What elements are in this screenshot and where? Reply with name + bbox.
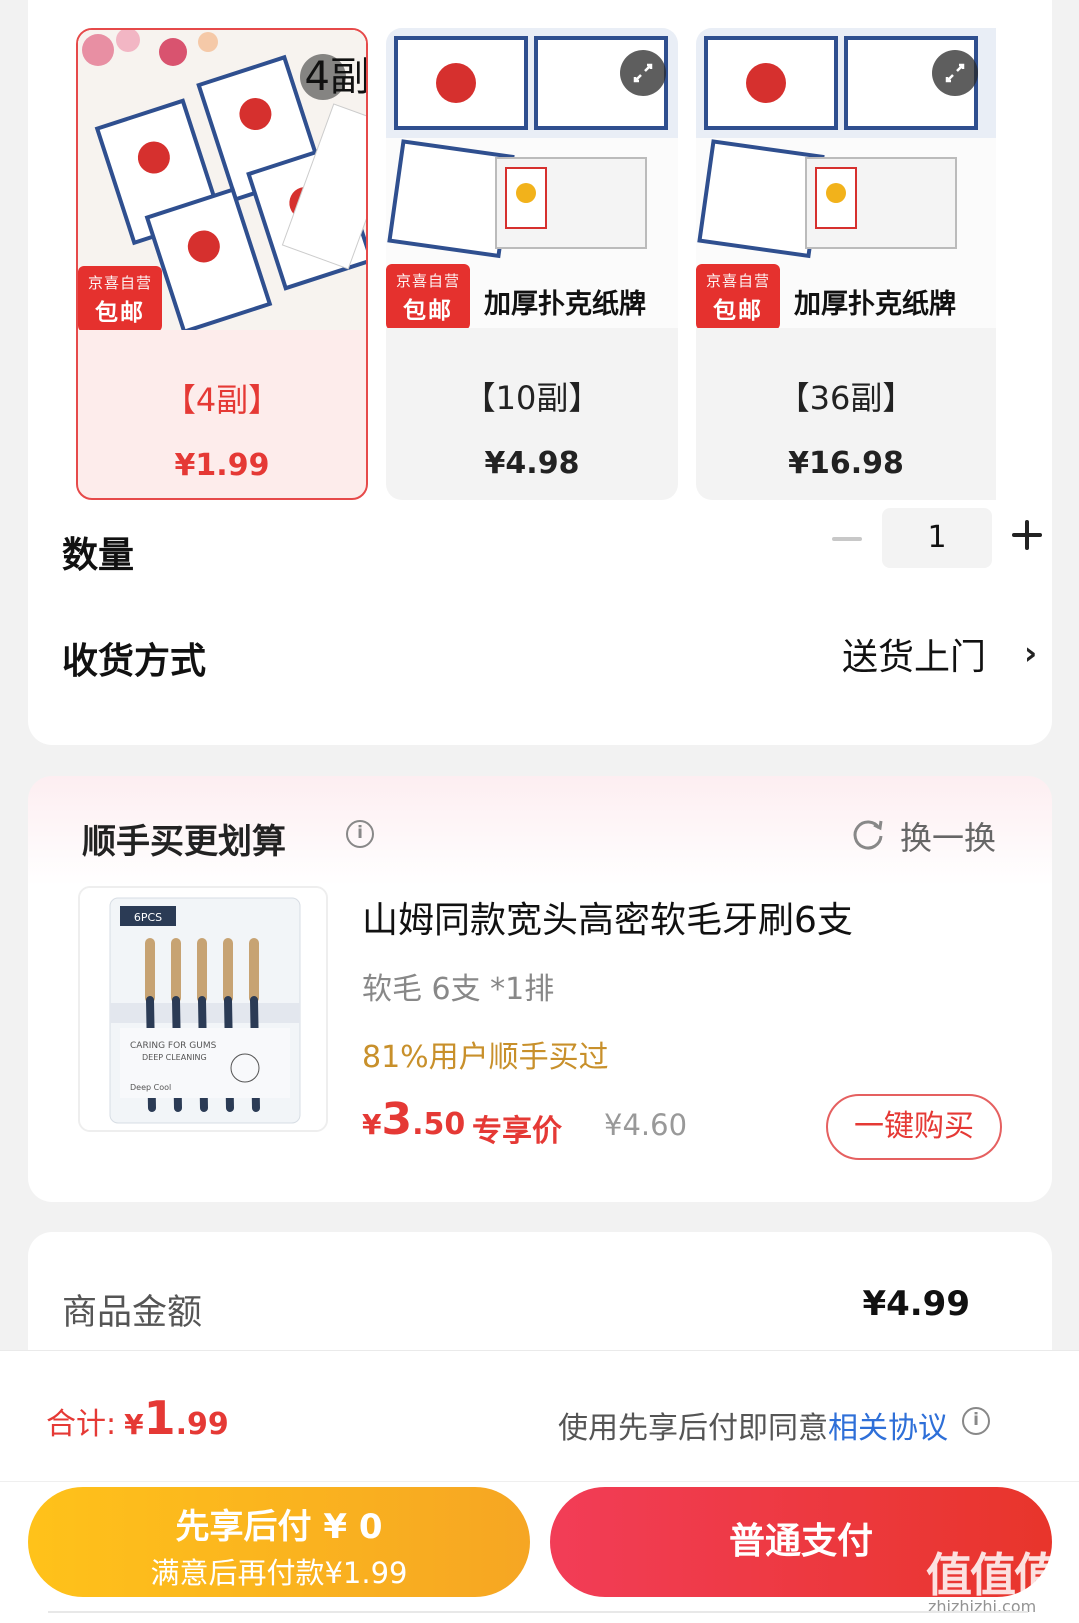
variant-photo: 4副 京喜自营 包邮 [78,30,366,330]
original-price: ¥4.60 [604,1108,688,1142]
one-click-buy-button[interactable]: 一键购买 [826,1094,1002,1160]
quantity-input[interactable]: 1 [882,508,992,568]
variant-photo-title: 加厚扑克纸牌 [794,289,956,320]
info-icon[interactable]: i [346,820,374,848]
exclusive-price-tag: 专享价 [472,1114,562,1149]
variant-option-4[interactable]: 4副 京喜自营 包邮 【4副】 ¥1.99 [76,28,368,500]
variant-option-10[interactable]: 京喜自营 包邮 加厚扑克纸牌 【10副】 ¥4.98 [386,28,678,500]
product-name[interactable]: 山姆同款宽头高密软毛牙刷6支 [362,891,853,943]
package-text-cool: Deep Cool [130,1083,171,1092]
watermark: 值值值 [926,1548,1060,1602]
bottom-bar: 合计: ¥1.99 使用先享后付即同意相关协议 i 先享后付 ¥ 0 满意后再付款… [0,1350,1079,1623]
recommend-card: 顺手买更划算 i 换一换 6PCS CARING FOR GUMS DEEP C… [28,776,1052,1202]
package-text-gums: CARING FOR GUMS [130,1041,217,1051]
total-price: 合计: ¥1.99 [46,1391,229,1445]
variant-label: 【4副】 [163,381,281,419]
expand-image-icon[interactable] [932,50,978,96]
expand-image-icon[interactable] [620,50,666,96]
quantity-decrease-button[interactable] [832,537,862,541]
agreement-info-icon[interactable]: i [962,1407,990,1435]
chevron-right-icon[interactable]: › [1024,634,1037,672]
variant-photo: 京喜自营 包邮 加厚扑克纸牌 [386,28,678,328]
variant-price: ¥4.98 [484,446,580,481]
variant-overlay-text: 4副 [304,54,366,100]
product-spec: 软毛 6支 *1排 [362,972,555,1007]
package-text-cleaning: DEEP CLEANING [142,1053,207,1062]
refresh-icon[interactable] [850,816,886,852]
package-label: 6PCS [134,911,162,924]
agreement-link[interactable]: 相关协议 [828,1411,948,1446]
quantity-label: 数量 [62,535,135,576]
self-operated-badge: 京喜自营 包邮 [386,264,470,328]
variant-label: 【36副】 [777,379,915,417]
refresh-button[interactable]: 换一换 [900,813,996,859]
delivery-label: 收货方式 [62,641,207,682]
quantity-increase-button[interactable] [1012,520,1042,550]
variant-photo-title: 加厚扑克纸牌 [484,289,646,320]
variant-card: 4副 京喜自营 包邮 【4副】 ¥1.99 京喜自营 包邮 加厚扑克纸牌 【10… [28,0,1052,745]
variant-price: ¥1.99 [174,448,270,483]
home-indicator [48,1611,1028,1613]
variant-option-36[interactable]: 京喜自营 包邮 加厚扑克纸牌 【36副】 ¥16.98 [696,28,996,500]
delivery-method-value[interactable]: 送货上门 [842,628,986,680]
goods-amount-value: ¥4.99 [862,1284,970,1324]
self-operated-badge: 京喜自营 包邮 [78,266,162,330]
product-image[interactable]: 6PCS CARING FOR GUMS DEEP CLEANING Deep … [78,886,328,1132]
agreement-text: 使用先享后付即同意相关协议 [558,1411,948,1446]
divider [0,1481,1079,1482]
self-operated-badge: 京喜自营 包邮 [696,264,780,328]
recommend-title: 顺手买更划算 [82,822,286,862]
product-social-proof: 81%用户顺手买过 [362,1040,609,1075]
variant-price: ¥16.98 [788,446,904,481]
pay-later-button[interactable]: 先享后付 ¥ 0 满意后再付款¥1.99 [28,1487,530,1597]
variant-photo: 京喜自营 包邮 加厚扑克纸牌 [696,28,996,328]
variant-label: 【10副】 [463,379,601,417]
product-price: ¥3.50 [362,1094,466,1145]
watermark-url: zhizhizhi.com [928,1597,1037,1616]
goods-amount-label: 商品金额 [62,1293,203,1333]
